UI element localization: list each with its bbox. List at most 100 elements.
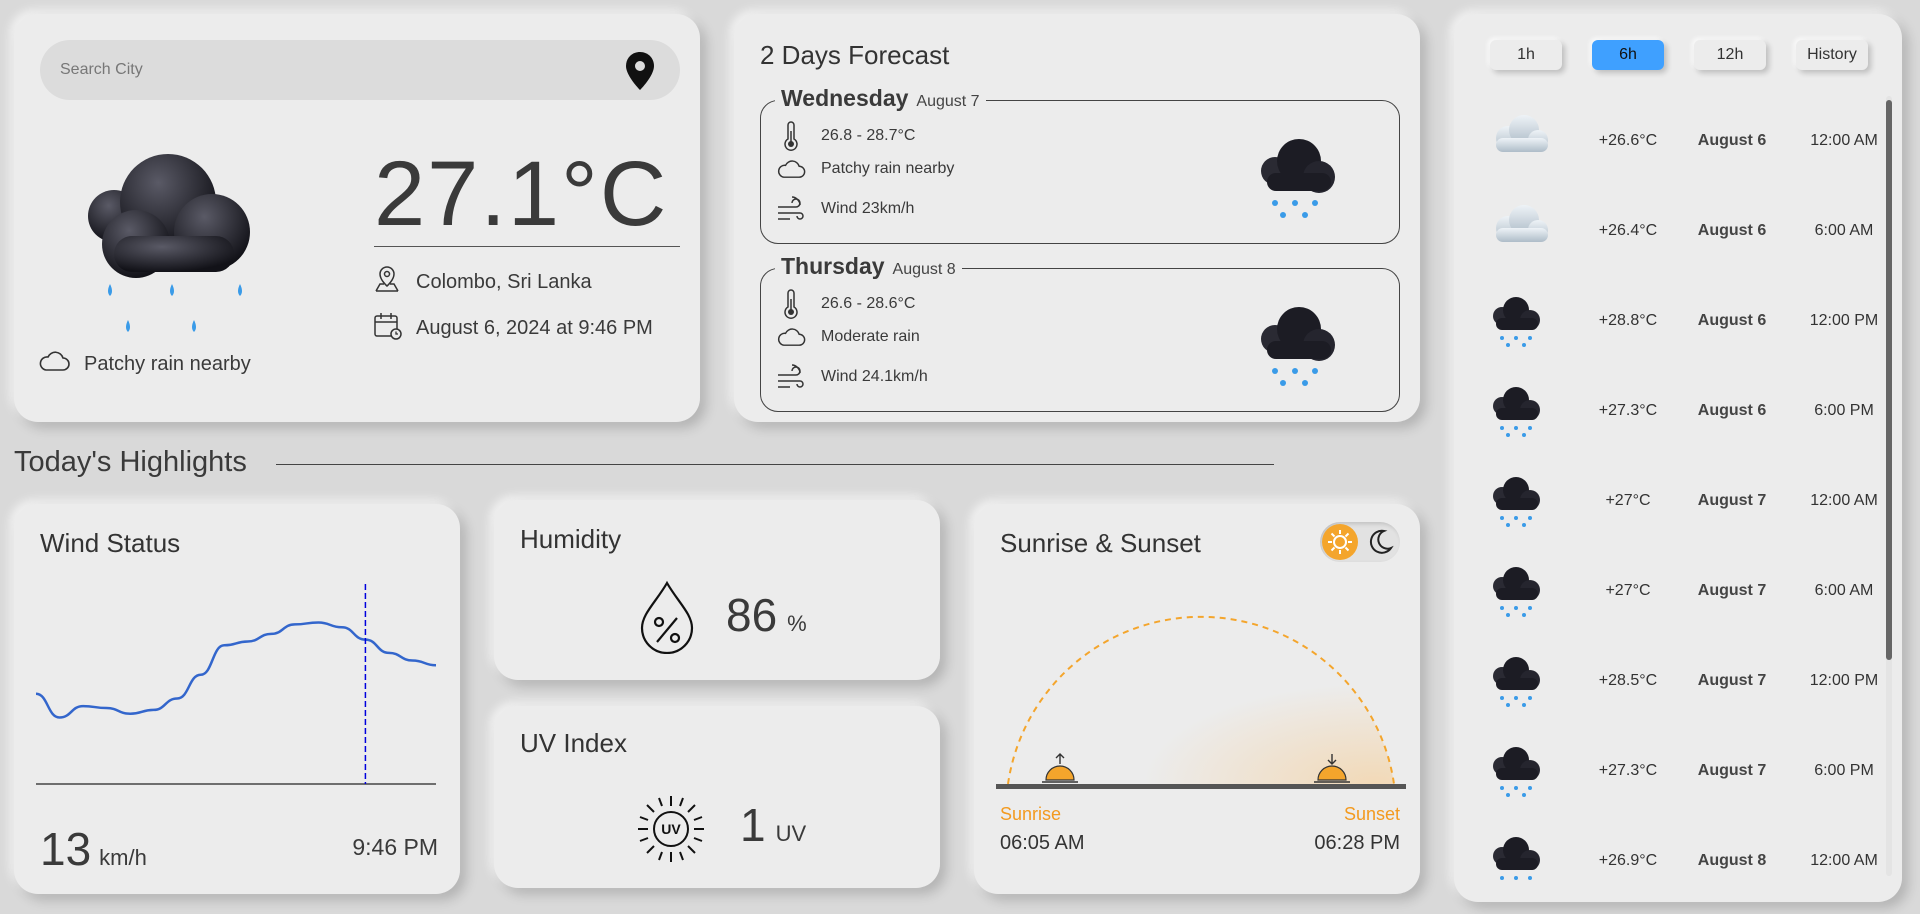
divider [374, 246, 680, 247]
sun-title: Sunrise & Sunset [1000, 528, 1201, 558]
hourly-row: +26.6°C August 6 12:00 AM [1454, 98, 1878, 188]
wind-status-card: Wind Status 13 km/h 9:46 PM [14, 504, 460, 894]
uv-index-card: UV Index UV 1 UV [494, 706, 940, 888]
day-date: August 8 [892, 261, 956, 278]
tab-6h[interactable]: 6h [1592, 40, 1664, 70]
wind-chart [36, 584, 437, 785]
uv-unit: UV [775, 821, 807, 846]
wind-icon [775, 363, 807, 391]
forecast-condition: Moderate rain [821, 328, 920, 345]
tab-12h[interactable]: 12h [1694, 40, 1766, 70]
thermometer-icon [775, 121, 807, 151]
forecast-condition: Patchy rain nearby [821, 160, 955, 177]
condition-text: Patchy rain nearby [84, 352, 251, 375]
humidity-title: Humidity [520, 524, 622, 554]
rain-cloud-icon [1253, 299, 1343, 394]
scrollbar-thumb[interactable] [1886, 100, 1892, 660]
cloud-icon [1488, 112, 1552, 161]
rain-cloud-icon [1488, 292, 1544, 353]
day-date: August 7 [916, 93, 980, 110]
hourly-row: +28.8°C August 6 12:00 PM [1454, 278, 1878, 368]
hourly-temp: +26.9°C [1598, 852, 1658, 869]
hourly-time: 12:00 PM [1809, 312, 1879, 329]
hourly-time: 6:00 PM [1814, 402, 1874, 419]
highlights-divider [276, 464, 1274, 465]
forecast-day: Thursday August 8 26.6 - 28.6°C Moderate… [760, 253, 1400, 412]
sun-icon [1322, 524, 1358, 560]
datetime-text: August 6, 2024 at 9:46 PM [416, 316, 653, 339]
tab-history[interactable]: History [1796, 40, 1868, 70]
hourly-temp: +27°C [1605, 492, 1651, 509]
wind-unit: km/h [99, 845, 147, 870]
hourly-row: +27.3°C August 6 6:00 PM [1454, 368, 1874, 458]
rain-cloud-icon [1488, 832, 1544, 880]
rain-cloud-icon [1488, 562, 1544, 623]
hourly-time: 12:00 AM [1810, 492, 1878, 509]
wind-series-line [36, 621, 437, 719]
cloud-icon [775, 327, 807, 347]
hourly-time: 12:00 PM [1809, 672, 1879, 689]
hourly-temp: +27.3°C [1598, 762, 1658, 779]
wind-time: 9:46 PM [352, 834, 438, 860]
hourly-list[interactable]: +26.6°C August 6 12:00 AM +26.4°C August 6 6:… [1454, 98, 1884, 880]
search-bar [40, 40, 680, 100]
current-condition: Patchy rain nearby [38, 350, 251, 378]
humidity-value: 86 [726, 589, 778, 641]
day-night-toggle[interactable] [1320, 522, 1400, 562]
hourly-time: 6:00 PM [1814, 762, 1874, 779]
sunrise-sunset-card: Sunrise & Sunset Sunrise Sunset 06:05 AM… [974, 504, 1420, 894]
moon-icon [1366, 528, 1394, 561]
hourly-temp: +28.8°C [1598, 312, 1658, 329]
rain-cloud-icon [74, 144, 274, 349]
hourly-row: +27.3°C August 7 6:00 PM [1454, 728, 1874, 818]
hourly-forecast-panel: 1h 6h 12h History +26.6°C August 6 12:00 A… [1454, 14, 1902, 902]
temp-range: 26.6 - 28.6°C [821, 295, 916, 312]
sunrise-time: 06:05 AM [1000, 832, 1085, 854]
hourly-temp: +26.4°C [1598, 222, 1658, 239]
datetime-row: August 6, 2024 at 9:46 PM [372, 310, 653, 346]
calendar-icon [372, 310, 402, 346]
hourly-row: +27°C August 7 12:00 AM [1454, 458, 1878, 548]
rain-cloud-icon [1488, 652, 1544, 713]
cloud-icon [775, 159, 807, 179]
hourly-time: 6:00 AM [1814, 582, 1874, 599]
humidity-card: Humidity 86 % [494, 500, 940, 680]
tab-1h[interactable]: 1h [1490, 40, 1562, 70]
forecast-wind: Wind 24.1km/h [821, 368, 928, 385]
cloud-icon [38, 350, 70, 378]
svg-text:UV: UV [661, 821, 681, 837]
hourly-time: 12:00 AM [1810, 132, 1878, 149]
search-input[interactable] [40, 40, 600, 100]
wind-speed: 13 [40, 823, 92, 875]
hourly-row: +26.4°C August 6 6:00 AM [1454, 188, 1874, 278]
highlights-title: Today's Highlights [14, 446, 247, 478]
location-pin-icon[interactable] [622, 50, 658, 97]
sunset-label: Sunset [1343, 804, 1400, 824]
hourly-temp: +27.3°C [1598, 402, 1658, 419]
forecast-wind: Wind 23km/h [821, 200, 915, 217]
wind-icon [775, 195, 807, 223]
day-name: Thursday [781, 253, 885, 279]
location-row: Colombo, Sri Lanka [372, 264, 592, 300]
cloud-icon [1488, 202, 1552, 251]
uv-value: 1 [740, 799, 766, 851]
hourly-time: 6:00 AM [1814, 222, 1874, 239]
forecast-day: Wednesday August 7 26.8 - 28.7°C Patchy … [760, 85, 1400, 244]
thermometer-icon [775, 289, 807, 319]
humidity-drop-icon [636, 580, 698, 659]
hourly-temp: +27°C [1605, 582, 1651, 599]
humidity-unit: % [787, 611, 807, 636]
wind-title: Wind Status [40, 528, 181, 558]
uv-title: UV Index [520, 728, 627, 758]
current-temperature: 27.1°C [374, 143, 669, 245]
rain-cloud-icon [1488, 742, 1544, 803]
hourly-row: +26.9°C August 8 12:00 AM [1454, 818, 1878, 880]
hourly-row: +28.5°C August 7 12:00 PM [1454, 638, 1878, 728]
location-text: Colombo, Sri Lanka [416, 270, 592, 293]
temp-range: 26.8 - 28.7°C [821, 127, 916, 144]
rain-cloud-icon [1488, 382, 1544, 443]
current-weather-card: Patchy rain nearby 27.1°C Colombo, Sri L… [14, 14, 700, 422]
uv-sun-icon: UV [634, 792, 708, 871]
forecast-title: 2 Days Forecast [760, 40, 950, 70]
sunset-time: 06:28 PM [1314, 832, 1400, 854]
